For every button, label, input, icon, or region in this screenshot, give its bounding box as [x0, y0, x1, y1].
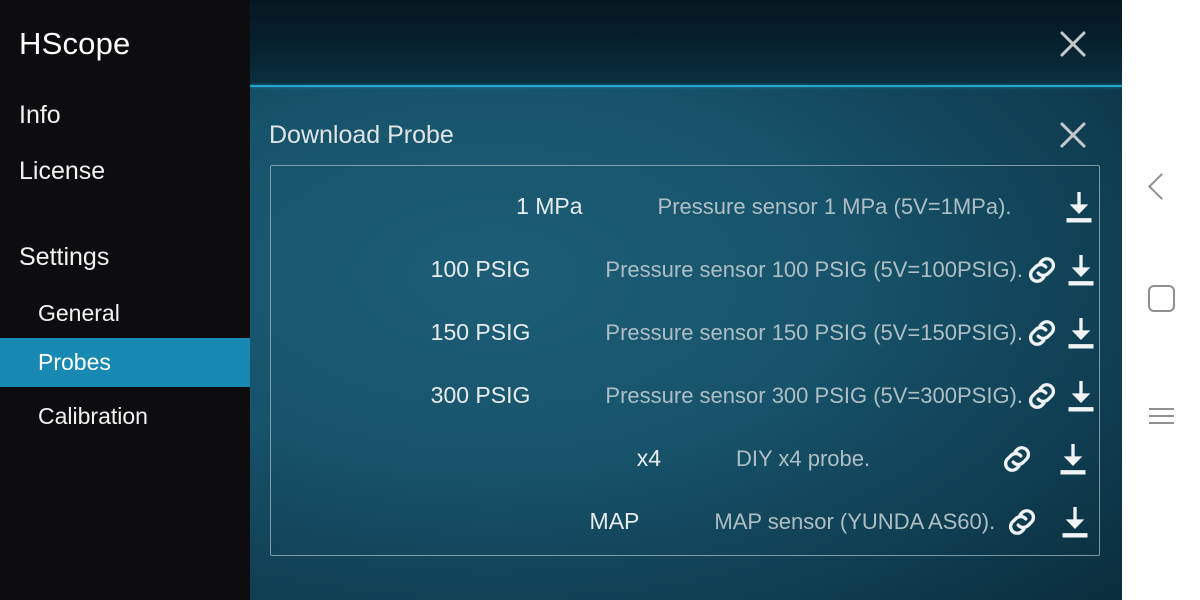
probe-name: 100 PSIG [430, 256, 531, 282]
probe-download-cell[interactable] [1056, 187, 1101, 227]
sidebar-item-probes[interactable]: Probes [0, 338, 250, 387]
download-icon[interactable] [1055, 502, 1095, 542]
system-navigation-bar [1122, 0, 1200, 600]
probe-download-cell[interactable] [1061, 313, 1101, 353]
dialog-title: Download Probe [269, 121, 454, 149]
sidebar-section-settings[interactable]: Settings [19, 243, 109, 272]
sidebar-item-license[interactable]: License [19, 157, 105, 186]
probe-description: Pressure sensor 1 MPa (5V=1MPa). [657, 193, 1012, 219]
link-icon[interactable] [1023, 251, 1061, 289]
probe-description: Pressure sensor 150 PSIG (5V=150PSIG). [605, 319, 1023, 345]
download-icon[interactable] [1059, 187, 1099, 227]
probe-description: Pressure sensor 300 PSIG (5V=300PSIG). [605, 382, 1023, 408]
probe-row[interactable]: x4 DIY x4 probe. [271, 427, 1101, 490]
probe-name: 300 PSIG [430, 382, 531, 408]
probe-description: Pressure sensor 100 PSIG (5V=100PSIG). [605, 256, 1023, 282]
probe-row[interactable]: 1 MPa Pressure sensor 1 MPa (5V=1MPa). [271, 175, 1101, 238]
download-icon[interactable] [1053, 439, 1093, 479]
probe-row[interactable]: 150 PSIG Pressure sensor 150 PSIG (5V=150… [271, 301, 1101, 364]
home-button[interactable] [1122, 268, 1200, 328]
probe-download-cell[interactable] [1061, 376, 1101, 416]
app-screen: HScope Info License Settings General Pro… [0, 0, 1200, 600]
app-title: HScope [19, 26, 131, 61]
probe-list: 1 MPa Pressure sensor 1 MPa (5V=1MPa). 100… [270, 165, 1100, 556]
top-bar [250, 0, 1122, 85]
sidebar-item-info[interactable]: Info [19, 101, 61, 130]
probe-link-cell[interactable] [1023, 251, 1061, 289]
link-icon[interactable] [1003, 503, 1041, 541]
download-icon[interactable] [1061, 250, 1101, 290]
probe-row[interactable]: MAP MAP sensor (YUNDA AS60). [271, 490, 1101, 553]
sidebar-item-calibration[interactable]: Calibration [0, 392, 250, 441]
probe-link-cell[interactable] [995, 503, 1048, 541]
probe-name: 150 PSIG [430, 319, 531, 345]
recents-menu-icon [1148, 403, 1174, 429]
probe-name: MAP [589, 508, 640, 534]
probe-link-cell [1012, 188, 1057, 226]
close-icon[interactable] [1053, 24, 1093, 64]
probe-name: x4 [636, 445, 661, 471]
back-button[interactable] [1122, 156, 1200, 216]
probe-row[interactable]: 100 PSIG Pressure sensor 100 PSIG (5V=100… [271, 238, 1101, 301]
download-icon[interactable] [1061, 313, 1101, 353]
home-square-icon [1147, 284, 1175, 312]
recents-button[interactable] [1122, 386, 1200, 446]
sidebar: HScope Info License Settings General Pro… [0, 0, 250, 600]
link-icon[interactable] [998, 440, 1036, 478]
probe-description: DIY x4 probe. [736, 445, 871, 471]
probe-link-cell[interactable] [989, 440, 1045, 478]
top-bar-divider [250, 85, 1122, 87]
main-content: Download Probe 1 MPa Pressure sensor 1 MP… [250, 0, 1122, 600]
probe-row[interactable]: 300 PSIG Pressure sensor 300 PSIG (5V=300… [271, 364, 1101, 427]
link-icon[interactable] [1023, 377, 1061, 415]
probe-name: 1 MPa [516, 193, 583, 219]
probe-download-cell[interactable] [1048, 502, 1101, 542]
probe-link-cell[interactable] [1023, 314, 1061, 352]
download-icon[interactable] [1061, 376, 1101, 416]
sidebar-item-general[interactable]: General [0, 289, 250, 338]
link-icon[interactable] [1023, 314, 1061, 352]
probe-link-cell[interactable] [1023, 377, 1061, 415]
probe-download-cell[interactable] [1061, 250, 1101, 290]
dialog-close-icon[interactable] [1053, 115, 1093, 155]
probe-description: MAP sensor (YUNDA AS60). [714, 508, 996, 534]
probe-download-cell[interactable] [1045, 439, 1101, 479]
back-chevron-icon [1147, 172, 1175, 200]
